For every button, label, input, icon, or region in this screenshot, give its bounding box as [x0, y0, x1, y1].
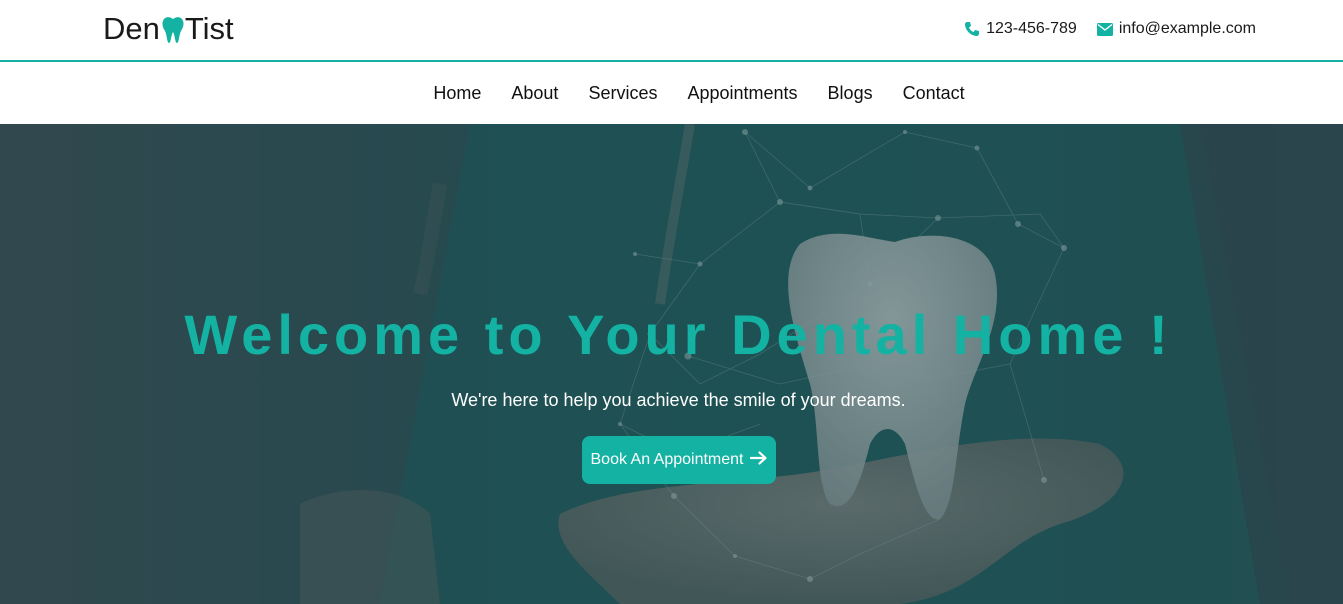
hero-section: Welcome to Your Dental Home ! We're here…	[0, 124, 1343, 604]
book-appointment-button[interactable]: Book An Appointment	[582, 436, 776, 484]
phone-contact[interactable]: 123-456-789	[964, 20, 1077, 38]
arrow-right-icon	[749, 450, 768, 470]
email-address: info@example.com	[1118, 20, 1256, 37]
phone-icon	[964, 21, 980, 37]
top-bar: Den Tist 123-456-789 info@example.com	[0, 0, 1343, 62]
nav-item-services[interactable]: Services	[588, 83, 657, 104]
contact-info: 123-456-789 info@example.com	[964, 18, 1256, 40]
phone-number: 123-456-789	[986, 20, 1077, 37]
nav-item-contact[interactable]: Contact	[903, 83, 965, 104]
main-nav: Home About Services Appointments Blogs C…	[0, 62, 1343, 124]
nav-item-appointments[interactable]: Appointments	[687, 83, 797, 104]
tooth-icon	[161, 16, 185, 44]
hero-subtitle: We're here to help you achieve the smile…	[451, 390, 906, 410]
cta-label: Book An Appointment	[590, 451, 744, 468]
logo-text-right: Tist	[184, 11, 234, 46]
logo-text-left: Den	[103, 11, 160, 46]
nav-item-about[interactable]: About	[511, 83, 558, 104]
email-contact[interactable]: info@example.com	[1096, 20, 1256, 38]
site-logo[interactable]: Den Tist	[103, 11, 234, 47]
envelope-icon	[1096, 22, 1113, 36]
nav-item-home[interactable]: Home	[433, 83, 481, 104]
hero-title: Welcome to Your Dental Home !	[184, 303, 1173, 366]
nav-item-blogs[interactable]: Blogs	[828, 83, 873, 104]
